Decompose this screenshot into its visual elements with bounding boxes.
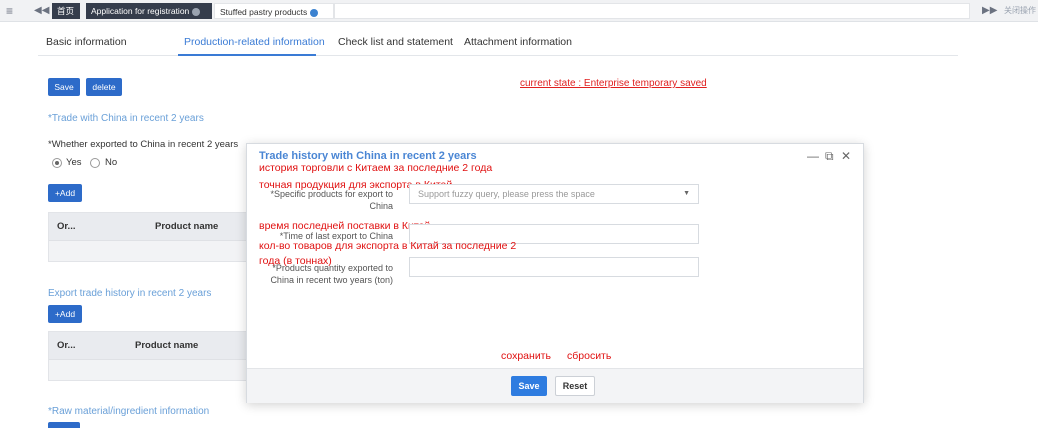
ru-reset-annotation: сбросить <box>567 350 612 362</box>
close-icon[interactable]: ✕ <box>841 149 851 163</box>
no-radio[interactable] <box>90 158 100 168</box>
trade-history-dialog: Trade history with China in recent 2 yea… <box>246 143 864 403</box>
close-operations-button[interactable]: 关闭操作 <box>1004 4 1036 18</box>
dropdown-caret-icon: ▼ <box>683 190 690 197</box>
products-select[interactable]: Support fuzzy query, please press the sp… <box>409 184 699 204</box>
tab-application-for-registration[interactable]: Application for registration <box>86 3 212 19</box>
column-order: Or... <box>57 340 76 351</box>
table-header: Or... Product name <box>49 213 267 241</box>
exported-question-label: *Whether exported to China in recent 2 y… <box>48 139 239 150</box>
minimize-icon[interactable]: — <box>807 149 819 163</box>
tab-strip-empty <box>334 3 970 19</box>
export-section-title: Export trade history in recent 2 years <box>48 288 212 299</box>
tab-stuffed-pastry-products[interactable]: Stuffed pastry products <box>214 3 334 19</box>
scroll-right-icon[interactable]: ▶▶ <box>982 4 997 18</box>
close-tab-icon[interactable] <box>192 7 201 16</box>
trade-section-title: *Trade with China in recent 2 years <box>48 113 204 124</box>
add-trade-button[interactable]: +Add <box>48 184 82 202</box>
dialog-title: Trade history with China in recent 2 yea… <box>259 150 477 162</box>
active-tab-underline <box>178 54 316 56</box>
hamburger-icon[interactable]: ≡ <box>6 4 20 18</box>
delete-button[interactable]: delete <box>86 78 122 96</box>
qty-field-label: *Products quantity exported to China in … <box>270 263 393 285</box>
dialog-save-button[interactable]: Save <box>511 376 547 396</box>
tab-home-label: 首页 <box>57 6 75 16</box>
dialog-footer: Save Reset <box>247 368 863 403</box>
tab-check-list-and-statement[interactable]: Check list and statement <box>338 36 453 48</box>
raw-material-title: *Raw material/ingredient information <box>48 406 210 417</box>
products-field-label: *Specific products for export to China <box>270 189 393 211</box>
yes-radio[interactable] <box>52 158 62 168</box>
current-state-text: current state : Enterprise temporary sav… <box>520 78 707 89</box>
ru-save-annotation: сохранить <box>501 350 551 362</box>
tab-attachment-information[interactable]: Attachment information <box>464 36 572 48</box>
ru-title-annotation: история торговли с Китаем за последние 2… <box>259 162 493 174</box>
products-placeholder: Support fuzzy query, please press the sp… <box>418 189 595 199</box>
add-export-button[interactable]: +Add <box>48 305 82 323</box>
table-header: Or... Product name <box>49 332 267 360</box>
column-product-name: Product name <box>135 340 199 351</box>
tab-home[interactable]: 首页 <box>52 3 80 19</box>
section-tabs: Basic information Production-related inf… <box>38 30 958 56</box>
tab-basic-information[interactable]: Basic information <box>46 36 127 48</box>
trade-history-table: Or... Product name <box>48 212 268 262</box>
ru-qty-annotation-1: кол-во товаров для экспорта в Китай за п… <box>259 240 517 252</box>
tab-production-related-information[interactable]: Production-related information <box>184 36 325 48</box>
maximize-icon[interactable]: ⧉ <box>825 149 834 163</box>
column-product-name: Product name <box>155 221 219 232</box>
tab-label: Stuffed pastry products <box>220 7 308 17</box>
add-raw-material-button[interactable] <box>48 422 80 428</box>
scroll-left-icon[interactable]: ◀◀ <box>34 4 49 18</box>
yes-radio-label: Yes <box>66 157 82 168</box>
no-radio-label: No <box>105 157 118 168</box>
column-order: Or... <box>57 221 76 232</box>
close-tab-icon[interactable] <box>310 8 319 17</box>
dialog-reset-button[interactable]: Reset <box>555 376 595 396</box>
save-button[interactable]: Save <box>48 78 80 96</box>
tab-label: Application for registration <box>91 6 190 16</box>
top-tab-bar: ≡ ◀◀ 首页 Application for registration Stu… <box>0 0 1038 22</box>
export-history-table: Or... Product name <box>48 331 268 381</box>
qty-input[interactable] <box>409 257 699 277</box>
